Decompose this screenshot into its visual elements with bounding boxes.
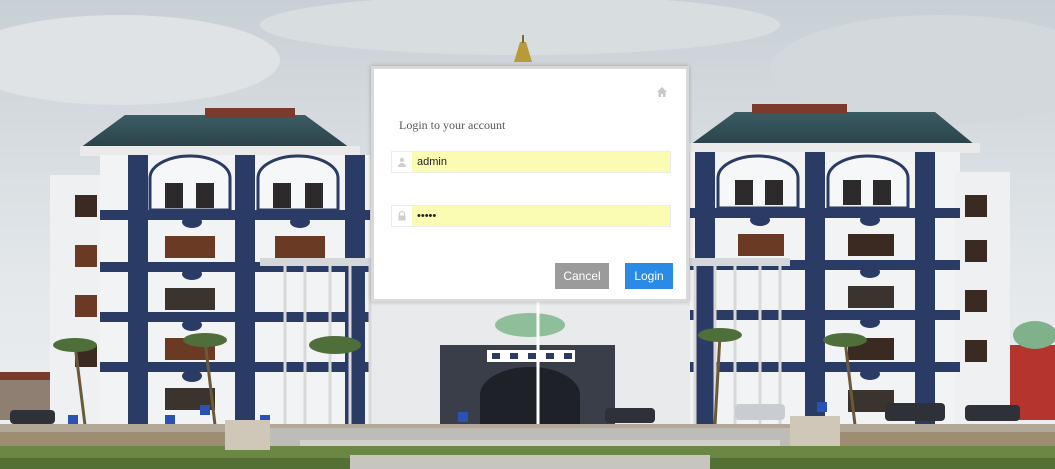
login-heading: Login to your account [399, 118, 506, 132]
username-field [391, 151, 671, 173]
login-button[interactable]: Login [625, 263, 673, 289]
password-input[interactable] [412, 206, 670, 226]
login-dialog: Login to your account Cancel Login [371, 66, 689, 302]
home-icon[interactable] [656, 85, 668, 97]
cancel-button[interactable]: Cancel [555, 263, 609, 289]
username-input[interactable] [412, 152, 670, 172]
lock-icon [392, 206, 412, 226]
password-field [391, 205, 671, 227]
user-icon [392, 152, 412, 172]
